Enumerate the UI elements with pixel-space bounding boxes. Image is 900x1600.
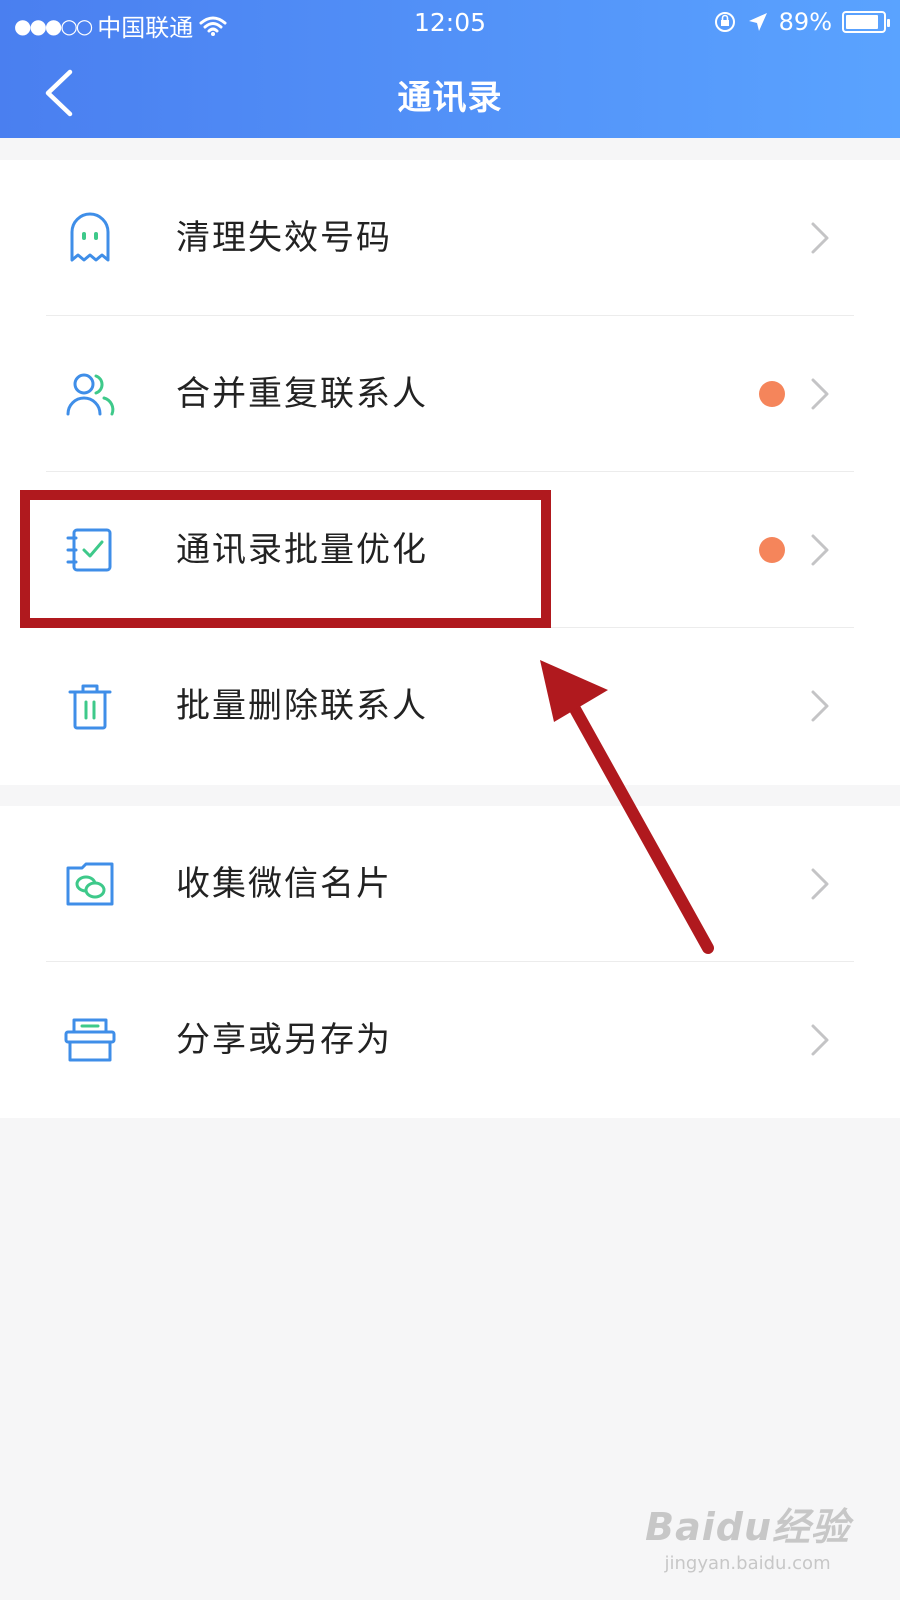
trash-icon <box>68 684 112 730</box>
nav-bar: 通讯录 <box>0 46 900 138</box>
menu-item-clean-invalid-numbers[interactable]: 清理失效号码 <box>0 160 900 316</box>
menu-item-batch-delete[interactable]: 批量删除联系人 <box>0 628 900 784</box>
notification-dot <box>759 537 785 563</box>
ghost-icon <box>70 212 110 262</box>
watermark: Baidu经验 jingyan.baidu.com <box>645 1496 850 1574</box>
app-header: ●●●○○ 中国联通 12:05 89% 通讯录 <box>0 0 900 138</box>
menu-item-share-save-as[interactable]: 分享或另存为 <box>0 962 900 1118</box>
menu-item-label: 清理失效号码 <box>176 218 392 258</box>
rotation-lock-icon <box>714 12 735 32</box>
checklist-icon <box>66 528 112 572</box>
status-bar: ●●●○○ 中国联通 12:05 89% <box>0 0 900 46</box>
chevron-right-icon <box>811 868 829 900</box>
notification-dot <box>759 381 785 407</box>
location-arrow-icon <box>748 13 767 31</box>
battery-percent: 89% <box>778 8 832 36</box>
watermark-url: jingyan.baidu.com <box>664 1553 831 1574</box>
chevron-right-icon <box>811 1024 829 1056</box>
menu-item-label: 分享或另存为 <box>176 1020 392 1060</box>
chevron-right-icon <box>811 222 829 254</box>
chevron-right-icon <box>811 690 829 722</box>
menu-item-label: 通讯录批量优化 <box>176 530 428 570</box>
chevron-right-icon <box>811 378 829 410</box>
menu-item-label: 合并重复联系人 <box>176 374 428 414</box>
menu-group-1: 清理失效号码 合并重复联系人 通讯录批量优化 批量删除联系人 <box>0 160 900 785</box>
menu-item-label: 收集微信名片 <box>176 864 392 904</box>
share-box-icon <box>64 1018 116 1062</box>
contacts-icon <box>66 373 115 416</box>
menu-item-label: 批量删除联系人 <box>176 686 428 726</box>
battery-icon <box>842 11 890 33</box>
chevron-right-icon <box>811 534 829 566</box>
page-title: 通讯录 <box>397 78 503 118</box>
menu-item-merge-duplicates[interactable]: 合并重复联系人 <box>0 316 900 472</box>
menu-item-batch-optimize[interactable]: 通讯录批量优化 <box>0 472 900 628</box>
wechat-card-icon <box>66 862 114 906</box>
battery-fill <box>846 15 879 29</box>
menu-item-collect-wechat-cards[interactable]: 收集微信名片 <box>0 806 900 962</box>
menu-group-2: 收集微信名片 分享或另存为 <box>0 806 900 1118</box>
watermark-logo: Baidu经验 <box>645 1505 850 1549</box>
status-right: 89% <box>713 8 890 36</box>
